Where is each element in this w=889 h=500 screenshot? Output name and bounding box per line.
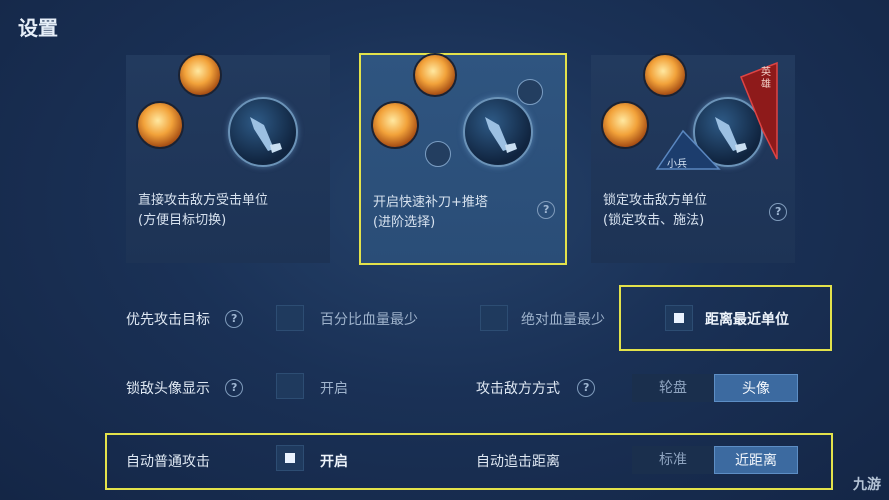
- help-icon[interactable]: ?: [765, 199, 791, 225]
- attack-mode-wheel-option[interactable]: 轮盘: [632, 374, 714, 402]
- lock-avatar-checkbox[interactable]: [276, 373, 304, 399]
- target-mode-card-direct[interactable]: 直接攻击敌方受击单位 (方便目标切换): [126, 53, 330, 263]
- fire-skill-icon: [136, 101, 184, 149]
- auto-chase-label: 自动追击距离: [476, 454, 560, 470]
- priority-absolute-hp-label: 绝对血量最少: [521, 312, 605, 328]
- attack-mode-toggle: 轮盘 头像: [632, 374, 798, 402]
- hero-tag-label: 英雄: [761, 67, 771, 90]
- priority-target-label: 优先攻击目标: [126, 312, 210, 328]
- attack-button-icon: [463, 97, 533, 167]
- priority-nearest-checkbox[interactable]: [665, 305, 693, 331]
- fire-skill-icon: [178, 53, 222, 97]
- card-description: 直接攻击敌方受击单位: [138, 193, 269, 208]
- auto-attack-checkbox[interactable]: [276, 445, 304, 471]
- watermark-logo: 九游: [853, 477, 881, 493]
- attack-mode-label: 攻击敌方方式: [476, 381, 560, 397]
- card-subdescription: (进阶选择): [373, 215, 436, 230]
- help-icon[interactable]: ?: [573, 375, 599, 401]
- fire-skill-icon: [371, 101, 419, 149]
- lock-avatar-label: 锁敌头像显示: [126, 381, 210, 397]
- auto-chase-standard-option[interactable]: 标准: [632, 446, 714, 474]
- auto-attack-label: 自动普通攻击: [126, 454, 210, 470]
- target-mode-card-lock[interactable]: 英雄 小兵 锁定攻击敌方单位 (锁定攻击、施法) ?: [591, 53, 795, 263]
- card-subdescription: (锁定攻击、施法): [603, 213, 705, 228]
- auto-chase-near-option[interactable]: 近距离: [714, 446, 798, 474]
- fire-skill-icon: [643, 53, 687, 97]
- attack-mode-avatar-option[interactable]: 头像: [714, 374, 798, 402]
- page-title: 设置: [18, 16, 58, 40]
- priority-percent-hp-label: 百分比血量最少: [320, 312, 418, 328]
- lock-avatar-option: 开启: [320, 381, 348, 397]
- help-icon[interactable]: ?: [221, 306, 247, 332]
- minion-tag-label: 小兵: [667, 159, 687, 170]
- card-description: 开启快速补刀+推塔: [373, 195, 488, 210]
- priority-percent-hp-checkbox[interactable]: [276, 305, 304, 331]
- card-subdescription: (方便目标切换): [138, 213, 227, 228]
- help-icon[interactable]: ?: [533, 197, 559, 223]
- fire-skill-icon: [413, 53, 457, 97]
- card-description: 锁定攻击敌方单位: [603, 193, 708, 208]
- priority-absolute-hp-checkbox[interactable]: [480, 305, 508, 331]
- priority-nearest-label: 距离最近单位: [705, 312, 789, 328]
- minion-helmet-icon: [425, 141, 451, 167]
- attack-button-icon: [228, 97, 298, 167]
- minion-tag-icon: [655, 129, 721, 170]
- fire-skill-icon: [601, 101, 649, 149]
- target-mode-card-lasthit[interactable]: 开启快速补刀+推塔 (进阶选择) ?: [359, 53, 567, 265]
- auto-attack-option: 开启: [320, 454, 348, 470]
- help-icon[interactable]: ?: [221, 375, 247, 401]
- hero-tag-icon: [740, 61, 778, 160]
- auto-chase-toggle: 标准 近距离: [632, 446, 798, 474]
